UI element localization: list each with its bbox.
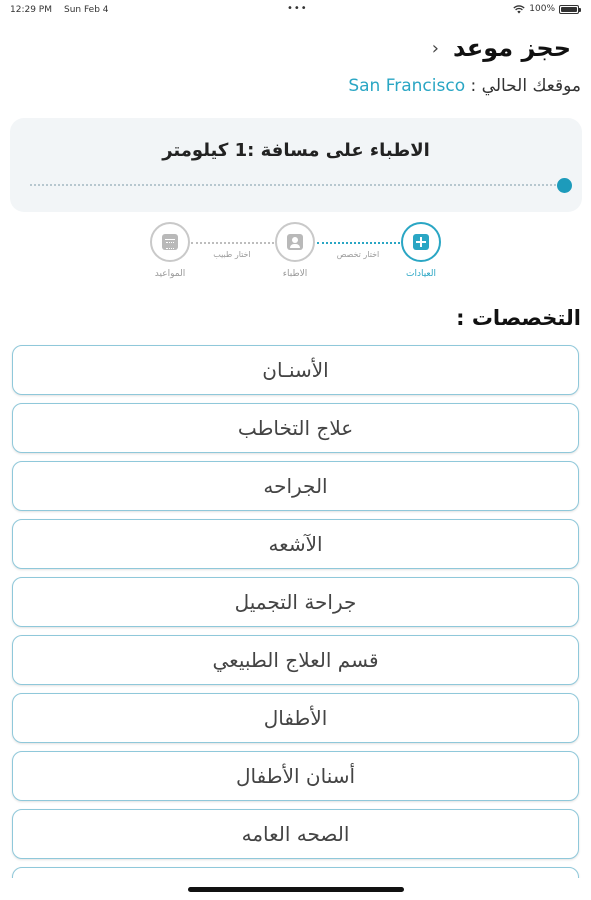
clinic-icon xyxy=(413,234,429,250)
location-city[interactable]: San Francisco xyxy=(348,76,465,96)
specialty-item[interactable]: أسنان الأطفال xyxy=(12,751,579,801)
multitasking-dots[interactable]: ••• xyxy=(287,3,308,14)
step-label: المواعيد xyxy=(154,269,186,279)
status-bar: 12:29 PM Sun Feb 4 ••• 100% xyxy=(0,0,591,20)
step-doctors[interactable]: الاطباء xyxy=(255,222,335,279)
specialty-item[interactable]: الآشعه xyxy=(12,519,579,569)
specialty-item[interactable]: جراحة التجميل xyxy=(12,577,579,627)
step-circle xyxy=(150,222,190,262)
battery-icon xyxy=(559,4,581,14)
status-time: 12:29 PM xyxy=(10,5,52,15)
doctor-icon xyxy=(287,234,303,250)
location-label: موقعك الحالي : xyxy=(470,76,581,96)
page-title: حجز موعد xyxy=(452,34,571,62)
home-indicator[interactable] xyxy=(188,887,404,892)
distance-label: الاطباء على مسافة :1 كيلومتر xyxy=(162,140,430,161)
step-label: العيادات xyxy=(405,269,437,279)
step-circle xyxy=(401,222,441,262)
calendar-icon xyxy=(162,234,178,250)
distance-card: الاطباء على مسافة :1 كيلومتر xyxy=(10,118,582,212)
chevron-left-icon[interactable]: ‹ xyxy=(432,38,439,59)
specialty-item[interactable]: الأطفال xyxy=(12,693,579,743)
step-circle xyxy=(275,222,315,262)
header: حجز موعد ‹ xyxy=(432,30,571,66)
specialty-item[interactable]: قسم العلاج الطبيعي xyxy=(12,635,579,685)
specialty-item[interactable]: علاج التخاطب xyxy=(12,403,579,453)
battery-percent: 100% xyxy=(529,4,555,14)
step-appointments[interactable]: المواعيد xyxy=(130,222,210,279)
specialty-item[interactable]: الجراحه xyxy=(12,461,579,511)
step-clinics[interactable]: العيادات xyxy=(381,222,461,279)
current-location: موقعك الحالي : San Francisco xyxy=(348,76,581,96)
specialties-list: الأسنـان علاج التخاطب الجراحه الآشعه جرا… xyxy=(12,345,579,900)
specialties-title: التخصصات : xyxy=(456,306,581,330)
status-indicators: 100% xyxy=(513,4,581,14)
specialty-item[interactable]: الأسنـان xyxy=(12,345,579,395)
step-label: الاطباء xyxy=(282,269,308,279)
wifi-icon xyxy=(513,4,525,13)
distance-slider-track[interactable] xyxy=(30,184,564,186)
specialty-item[interactable]: الصحه العامه xyxy=(12,809,579,859)
status-date: Sun Feb 4 xyxy=(64,5,109,15)
booking-steps: اختار طبيب اختار تخصص المواعيد الاطباء ا… xyxy=(0,222,591,292)
distance-slider-thumb[interactable] xyxy=(557,178,572,193)
